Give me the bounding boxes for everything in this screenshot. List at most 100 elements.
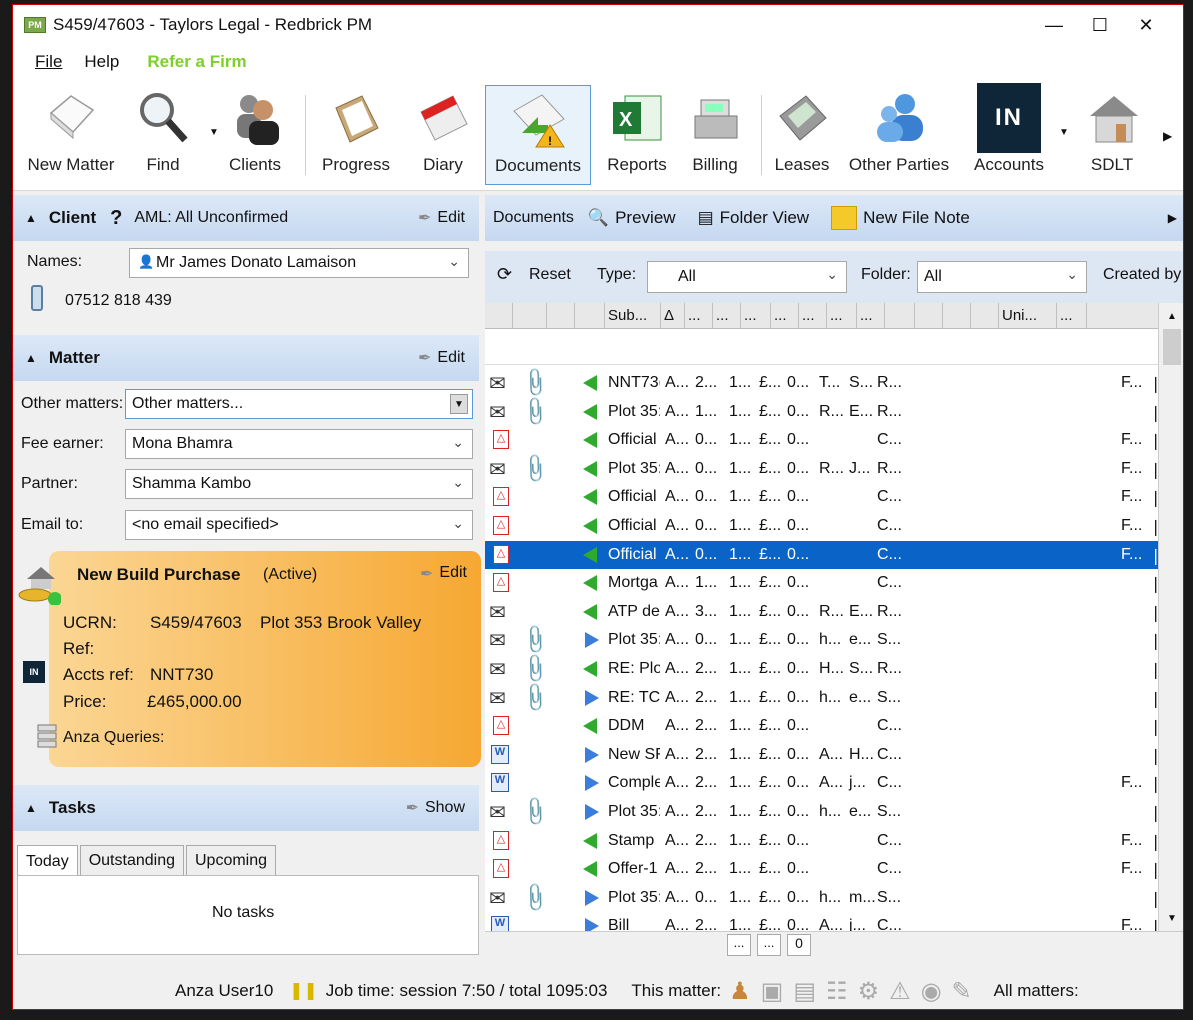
table-row[interactable]: △ Official A... 0... 1... £... 0... C... F... ❘	[485, 512, 1158, 540]
fee-earner-select[interactable]: Mona Bhamra ⌄	[125, 429, 473, 459]
new-file-note-button[interactable]: New File Note	[831, 206, 970, 230]
box-icon[interactable]: ▣	[761, 977, 784, 1006]
table-row[interactable]: ✉ 📎 Plot 35: A... 0... 1... £... 0... h... m... S.…	[485, 881, 1158, 914]
warning-icon[interactable]: ⚠	[889, 977, 911, 1006]
table-row[interactable]: ✉ 📎 Plot 35: A... 0... 1... £... 0... R... J... R.…	[485, 452, 1158, 485]
pause-icon[interactable]: ❚❚	[289, 981, 318, 1001]
calendar-icon[interactable]: ☷	[826, 977, 848, 1006]
toolbar-accounts[interactable]: IN Accounts	[965, 83, 1053, 185]
column-header[interactable]	[513, 303, 547, 328]
toolbar-sdlt[interactable]: SDLT	[1079, 85, 1145, 185]
column-header[interactable]	[971, 303, 999, 328]
accounts-dropdown-icon[interactable]: ▼	[1059, 127, 1069, 138]
column-header[interactable]	[547, 303, 575, 328]
toolbar-more-icon[interactable]: ▶	[1163, 129, 1172, 143]
table-row[interactable]: W Bill A... 2... 1... £... 0... A... j... C... F..…	[485, 912, 1158, 931]
toolbar-reports[interactable]: X Reports	[601, 85, 673, 185]
globe-icon[interactable]: ◉	[921, 977, 942, 1006]
matter-panel-header[interactable]: ▲ Matter ✒ Edit	[13, 335, 479, 381]
scroll-up-icon[interactable]: ▲	[1159, 303, 1183, 329]
build-edit-button[interactable]: ✒ Edit	[420, 564, 467, 584]
table-row[interactable]: W New SF A... 2... 1... £... 0... A... H...C... ❘	[485, 741, 1158, 769]
minimize-button[interactable]: —	[1031, 5, 1077, 45]
table-row[interactable]: ✉ 📎 Plot 35: A... 1... 1... £... 0... R... E... R.…	[485, 395, 1158, 428]
tab-upcoming[interactable]: Upcoming	[185, 845, 277, 875]
tab-outstanding[interactable]: Outstanding	[79, 845, 184, 875]
toolbar-other-parties[interactable]: Other Parties	[845, 85, 953, 185]
column-header[interactable]: ...	[799, 303, 827, 328]
partner-select[interactable]: Shamma Kambo ⌄	[125, 469, 473, 499]
documents-label[interactable]: Documents	[493, 209, 574, 227]
column-header-uni[interactable]: Uni...	[999, 303, 1057, 328]
column-header[interactable]	[485, 303, 513, 328]
column-header[interactable]: ...	[1057, 303, 1087, 328]
column-header[interactable]: ...	[713, 303, 741, 328]
collapse-icon[interactable]: ▲	[25, 801, 37, 815]
footer-button[interactable]: ...	[727, 934, 751, 956]
matter-edit-button[interactable]: ✒ Edit	[418, 348, 465, 368]
toolbar-progress[interactable]: Progress	[313, 85, 399, 185]
table-row[interactable]: △ Official A... 0... 1... £... 0... C... F... ❘	[485, 483, 1158, 511]
table-row[interactable]: ✉ 📎 NNT73(A... 2... 1... £... 0... T... S... R...…	[485, 366, 1158, 399]
column-header[interactable]	[915, 303, 943, 328]
column-header[interactable]: ...	[857, 303, 885, 328]
document-icon[interactable]: ▤	[793, 977, 816, 1006]
tasks-panel-header[interactable]: ▲ Tasks ✒ Show	[13, 785, 479, 831]
client-edit-button[interactable]: ✒ Edit	[418, 208, 465, 228]
table-row[interactable]: ✉ 📎 Plot 35: A... 2... 1... £... 0... h... e... S.…	[485, 795, 1158, 828]
find-dropdown-icon[interactable]: ▼	[209, 127, 219, 138]
table-row[interactable]: W Comple A... 2... 1... £... 0... A... j... C... F…	[485, 769, 1158, 797]
toolbar-new-matter[interactable]: New Matter	[23, 85, 119, 185]
help-icon[interactable]: ?	[110, 207, 122, 230]
column-header[interactable]: ...	[685, 303, 713, 328]
close-button[interactable]: ✕	[1123, 5, 1169, 45]
maximize-button[interactable]: ☐	[1077, 5, 1123, 45]
toolbar-billing[interactable]: Billing	[679, 85, 751, 185]
collapse-icon[interactable]: ▲	[25, 351, 37, 365]
toolbar-leases[interactable]: Leases	[767, 85, 837, 185]
folder-filter-select[interactable]: All ⌄	[917, 261, 1087, 293]
accounts-link-icon[interactable]: IN	[23, 661, 45, 683]
tasks-show-button[interactable]: ✒ Show	[406, 798, 465, 818]
type-filter-select[interactable]: All ⌄	[647, 261, 847, 293]
preview-button[interactable]: 🔍 Preview	[588, 208, 676, 228]
scroll-thumb[interactable]	[1163, 329, 1181, 365]
toolbar-find[interactable]: Find	[123, 85, 203, 185]
tab-today[interactable]: Today	[17, 845, 78, 877]
toolbar-clients[interactable]: Clients	[213, 85, 297, 185]
menu-file[interactable]: File	[35, 52, 62, 72]
footer-button[interactable]: ...	[757, 934, 781, 956]
column-header[interactable]: ...	[741, 303, 771, 328]
column-header-sort[interactable]: Δ	[661, 303, 685, 328]
column-header[interactable]	[943, 303, 971, 328]
menu-help[interactable]: Help	[84, 52, 119, 72]
collapse-icon[interactable]: ▲	[25, 211, 37, 225]
table-row[interactable]: ✉ 📎 RE: TC A... 2... 1... £... 0... h... e... S...…	[485, 681, 1158, 714]
refer-a-firm-link[interactable]: Refer a Firm	[147, 52, 246, 72]
gear-icon[interactable]: ⚙	[858, 977, 880, 1006]
scroll-down-icon[interactable]: ▼	[1159, 905, 1183, 931]
filter-row[interactable]	[485, 329, 1158, 365]
table-row[interactable]: ✉ATP deA...3...1...£...0...R...E...R...❘	[485, 598, 1158, 626]
table-row[interactable]: △ Stamp I A... 2... 1... £... 0... C... F... ❘	[485, 827, 1158, 855]
vertical-scrollbar[interactable]: ▲ ▼	[1158, 303, 1183, 931]
column-header[interactable]: ...	[827, 303, 857, 328]
refresh-icon[interactable]: ⟳	[497, 264, 512, 285]
table-row[interactable]: △ Official A... 0... 1... £... 0... C... F... ❘	[485, 540, 1158, 569]
folder-view-button[interactable]: ▤ Folder View	[698, 208, 810, 228]
column-header[interactable]	[885, 303, 915, 328]
column-header[interactable]	[575, 303, 605, 328]
toolbar-more-icon[interactable]: ▶	[1168, 211, 1177, 225]
table-row[interactable]: △ Offer-1 A... 2... 1... £... 0... C... F... ❘	[485, 855, 1158, 883]
reset-button[interactable]: Reset	[529, 266, 571, 284]
other-matters-select[interactable]: Other matters... ▼	[125, 389, 473, 419]
doctor-icon[interactable]: ♟	[729, 977, 751, 1006]
table-row[interactable]: △ DDM A... 2... 1... £... 0... C... ❘	[485, 712, 1158, 740]
table-row[interactable]: ✉ 📎 Plot 35: A... 0... 1... £... 0... h... e... S.…	[485, 624, 1158, 657]
email-to-select[interactable]: <no email specified> ⌄	[125, 510, 473, 540]
toolbar-diary[interactable]: Diary	[407, 85, 479, 185]
table-row[interactable]: △ Official A... 0... 1... £... 0... C... F... ❘	[485, 426, 1158, 454]
column-header[interactable]: ...	[771, 303, 799, 328]
toolbar-documents[interactable]: ! Documents	[485, 85, 591, 185]
tag-icon[interactable]: ✎	[952, 977, 972, 1006]
